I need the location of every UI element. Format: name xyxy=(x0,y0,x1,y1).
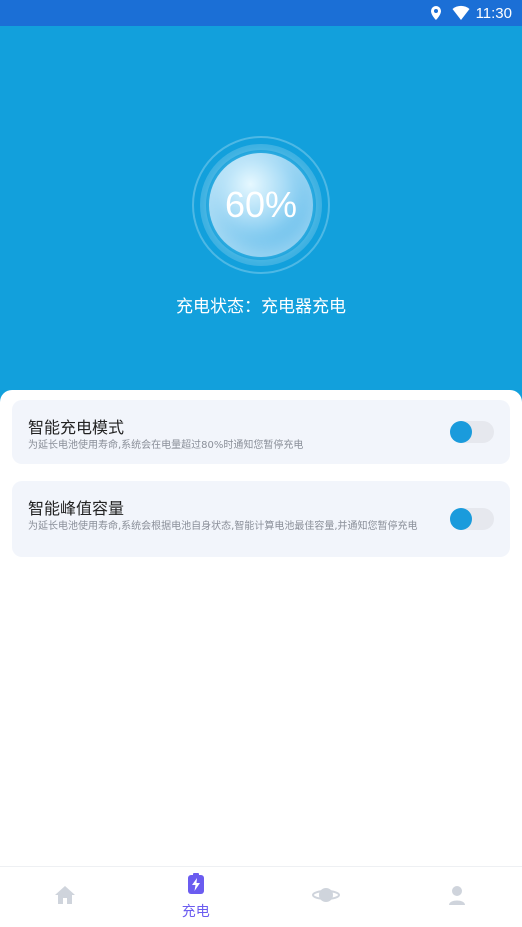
peak-capacity-description: 为延长电池使用寿命,系统会根据电池自身状态,智能计算电池最佳容量,并通知您暂停充… xyxy=(28,521,418,532)
home-icon xyxy=(53,884,77,910)
gauge-ring: 60% xyxy=(200,144,322,266)
peak-capacity-card: 智能峰值容量 为延长电池使用寿命,系统会根据电池自身状态,智能计算电池最佳容量,… xyxy=(12,481,510,557)
battery-charging-icon xyxy=(186,873,206,899)
peak-capacity-toggle[interactable] xyxy=(450,508,494,530)
smart-charge-description: 为延长电池使用寿命,系统会在电量超过80%时通知您暂停充电 xyxy=(28,440,304,451)
status-bar: 11:30 xyxy=(0,0,522,26)
user-icon xyxy=(446,884,468,910)
nav-explore[interactable] xyxy=(261,867,392,927)
nav-home[interactable] xyxy=(0,867,131,927)
status-time: 11:30 xyxy=(475,4,512,22)
toggle-knob xyxy=(450,421,472,443)
charge-status-text: 充电状态：充电器充电 xyxy=(176,297,346,317)
planet-icon xyxy=(312,884,341,910)
settings-panel: 智能充电模式 为延长电池使用寿命,系统会在电量超过80%时通知您暂停充电 智能峰… xyxy=(0,390,522,866)
battery-gauge: 60% xyxy=(192,136,330,274)
nav-charge[interactable]: 充电 xyxy=(131,867,262,927)
nav-profile[interactable] xyxy=(392,867,522,927)
peak-capacity-title: 智能峰值容量 xyxy=(28,499,125,518)
toggle-knob xyxy=(450,508,472,530)
wifi-icon xyxy=(452,5,470,21)
battery-percent: 60% xyxy=(209,153,313,257)
nav-charge-label: 充电 xyxy=(181,904,210,920)
location-icon xyxy=(428,5,444,21)
battery-hero: 60% 充电状态：充电器充电 xyxy=(0,26,522,406)
smart-charge-toggle[interactable] xyxy=(450,421,494,443)
bottom-nav: 充电 xyxy=(0,866,522,927)
smart-charge-title: 智能充电模式 xyxy=(28,418,125,437)
smart-charge-card: 智能充电模式 为延长电池使用寿命,系统会在电量超过80%时通知您暂停充电 xyxy=(12,400,510,464)
